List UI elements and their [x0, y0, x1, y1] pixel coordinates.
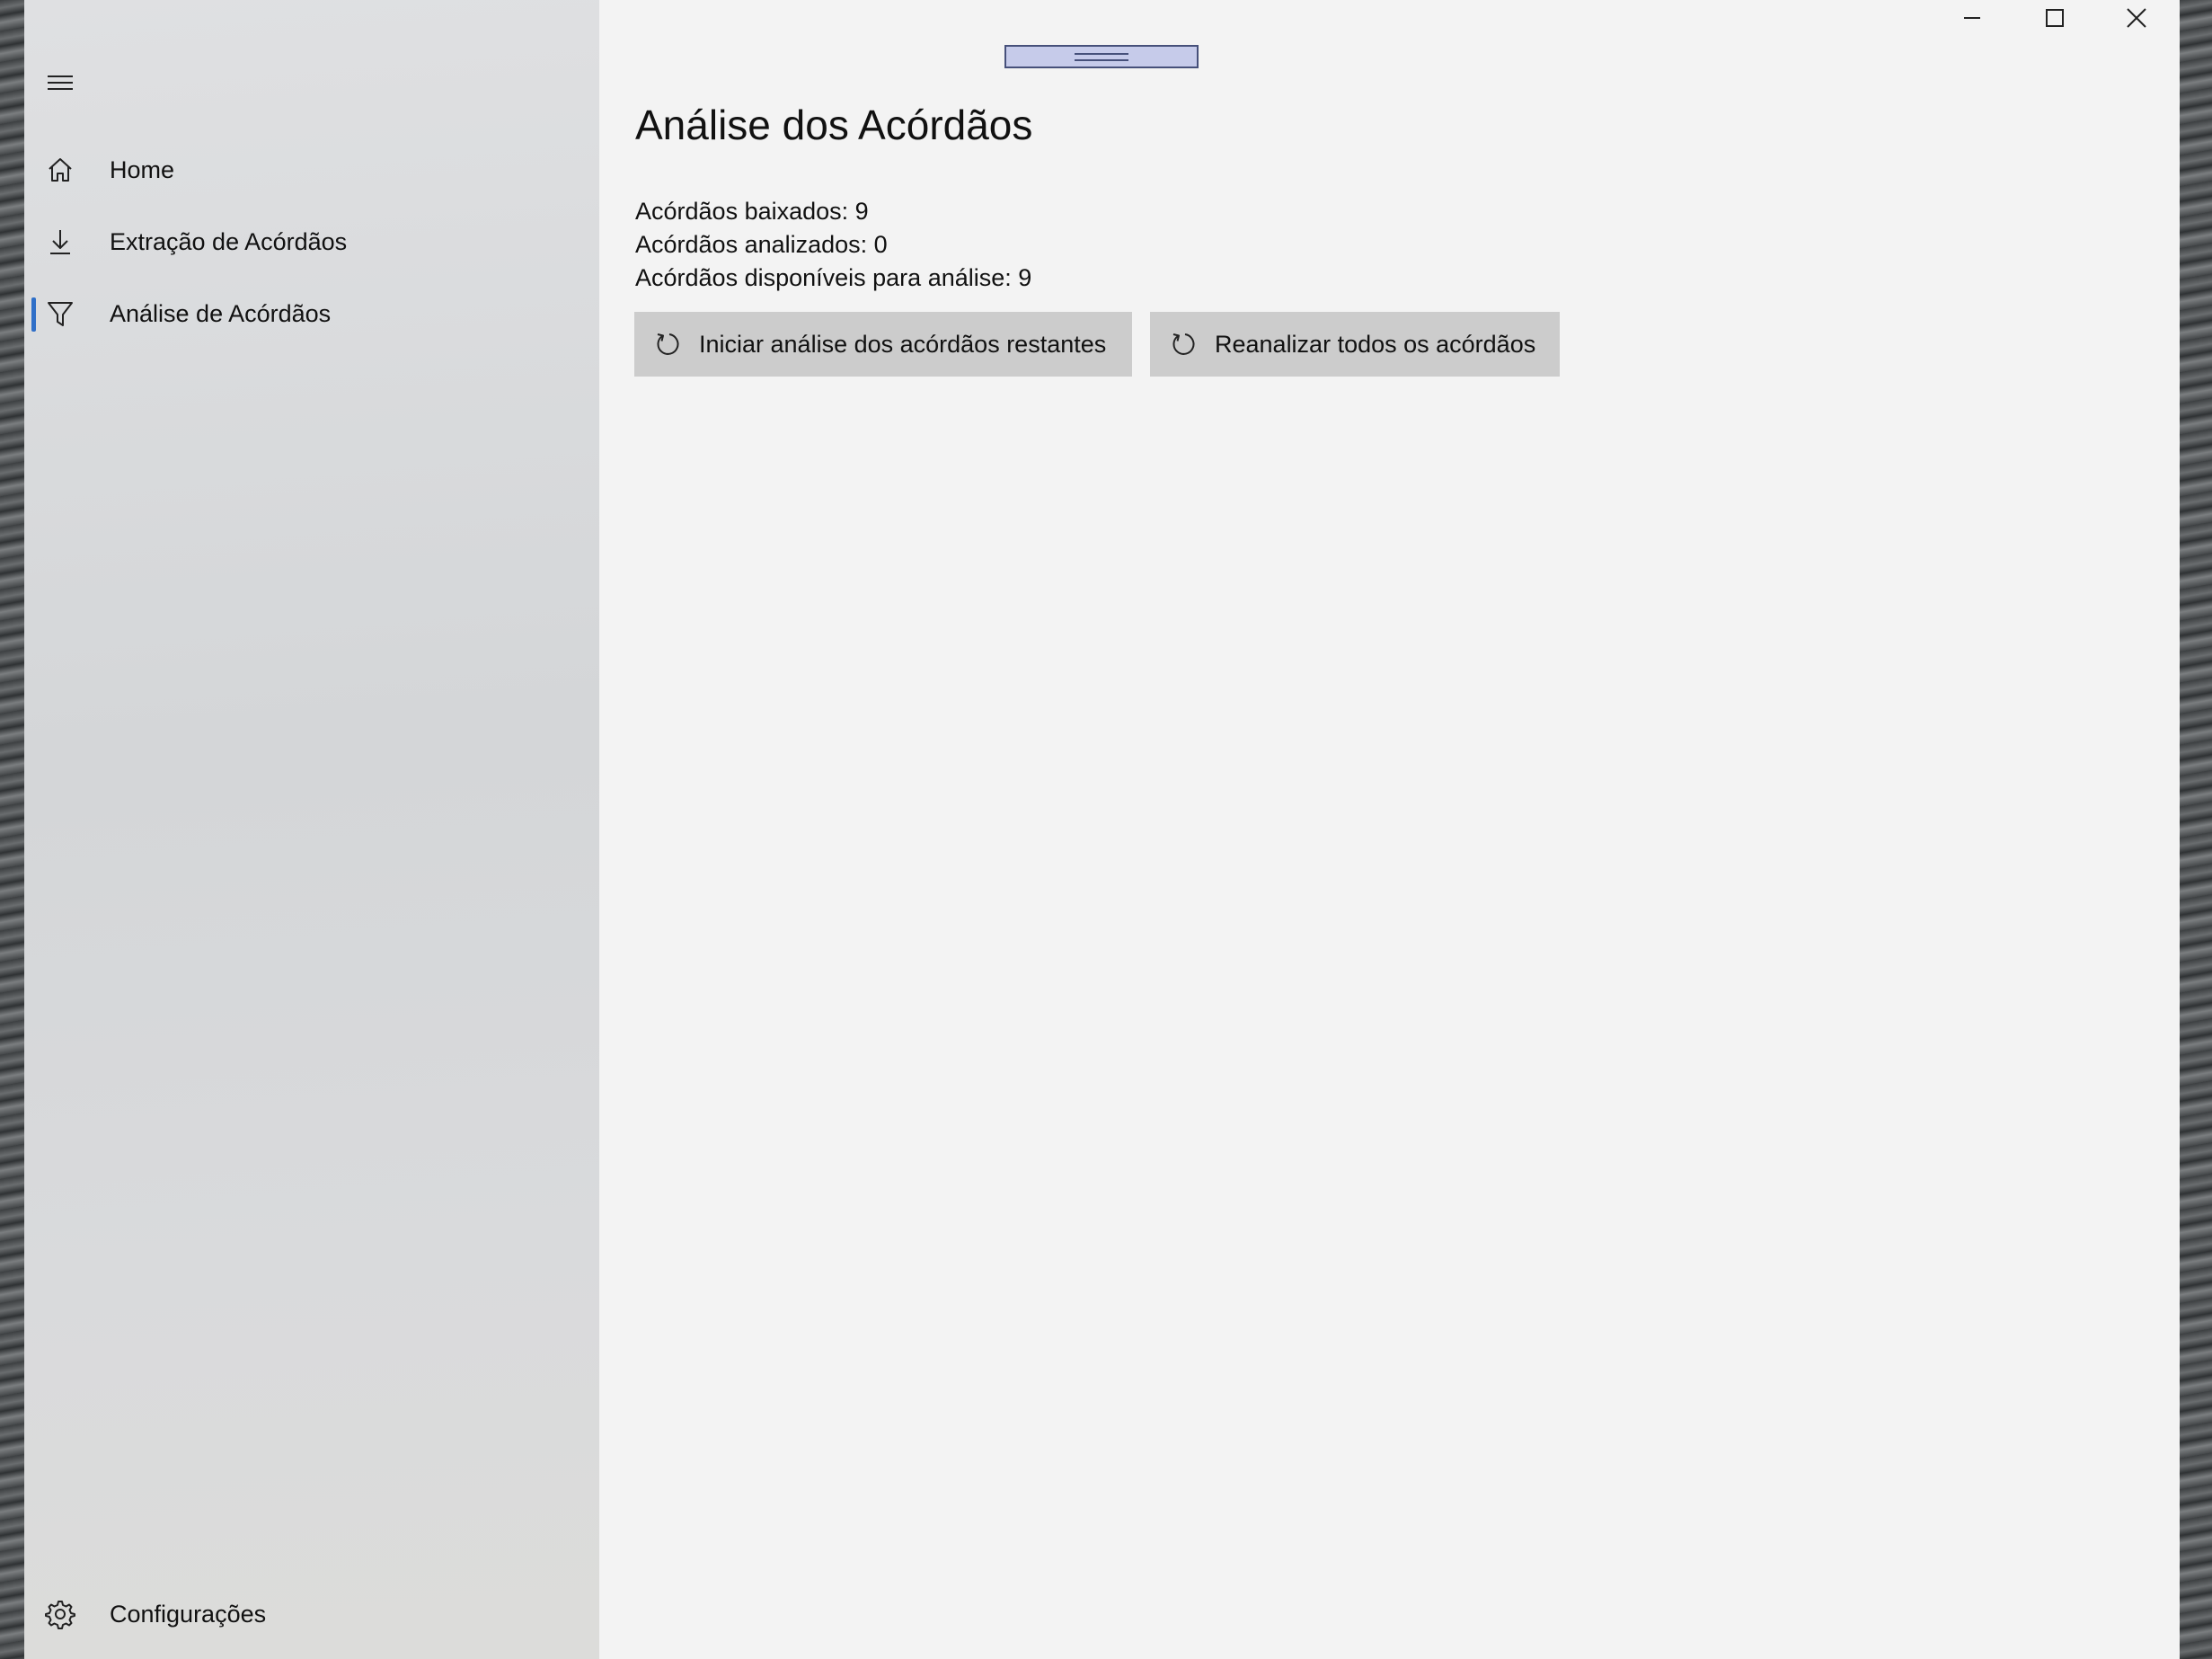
close-icon — [2127, 8, 2146, 28]
app-window: Home Extração de Acórdãos Análise de Acó… — [24, 0, 2180, 1659]
start-analysis-label: Iniciar análise dos acórdãos restantes — [699, 330, 1107, 358]
stat-downloaded: Acórdãos baixados: 9 — [635, 198, 869, 225]
refresh-icon — [1170, 330, 1199, 359]
nav-item-extraction-label: Extração de Acórdãos — [110, 227, 348, 255]
drag-handle[interactable] — [1004, 45, 1199, 68]
filter-icon — [24, 278, 96, 350]
minimize-button[interactable] — [1931, 0, 2013, 36]
hamburger-menu-icon — [48, 75, 73, 90]
reanalyze-all-button[interactable]: Reanalizar todos os acórdãos — [1150, 312, 1560, 377]
refresh-icon — [654, 330, 683, 359]
menu-toggle-button[interactable] — [24, 47, 96, 119]
maximize-button[interactable] — [2013, 0, 2096, 36]
stat-analyzed: Acórdãos analizados: 0 — [635, 231, 888, 258]
home-icon — [24, 134, 96, 206]
desktop-background-left — [0, 0, 24, 1659]
nav-item-home-label: Home — [110, 155, 175, 183]
grip-icon — [1075, 52, 1128, 61]
nav-item-extraction[interactable]: Extração de Acórdãos — [24, 206, 599, 278]
nav-item-analysis-label: Análise de Acórdãos — [110, 299, 332, 327]
close-button[interactable] — [2095, 0, 2178, 36]
nav-item-home[interactable]: Home — [24, 134, 599, 206]
nav-item-settings[interactable]: Configurações — [24, 1578, 599, 1650]
start-analysis-button[interactable]: Iniciar análise dos acórdãos restantes — [634, 312, 1132, 377]
nav-item-analysis[interactable]: Análise de Acórdãos — [24, 278, 599, 350]
stat-available: Acórdãos disponíveis para análise: 9 — [635, 264, 1032, 291]
navigation-pane: Home Extração de Acórdãos Análise de Acó… — [24, 0, 599, 1659]
nav-item-settings-label: Configurações — [110, 1600, 267, 1628]
page-title: Análise dos Acórdãos — [635, 102, 1033, 148]
gear-icon — [24, 1578, 96, 1650]
minimize-icon — [1964, 17, 1980, 19]
download-icon — [24, 206, 96, 278]
desktop-background-right — [2180, 0, 2212, 1659]
reanalyze-all-label: Reanalizar todos os acórdãos — [1215, 330, 1536, 358]
maximize-icon — [2046, 9, 2064, 27]
